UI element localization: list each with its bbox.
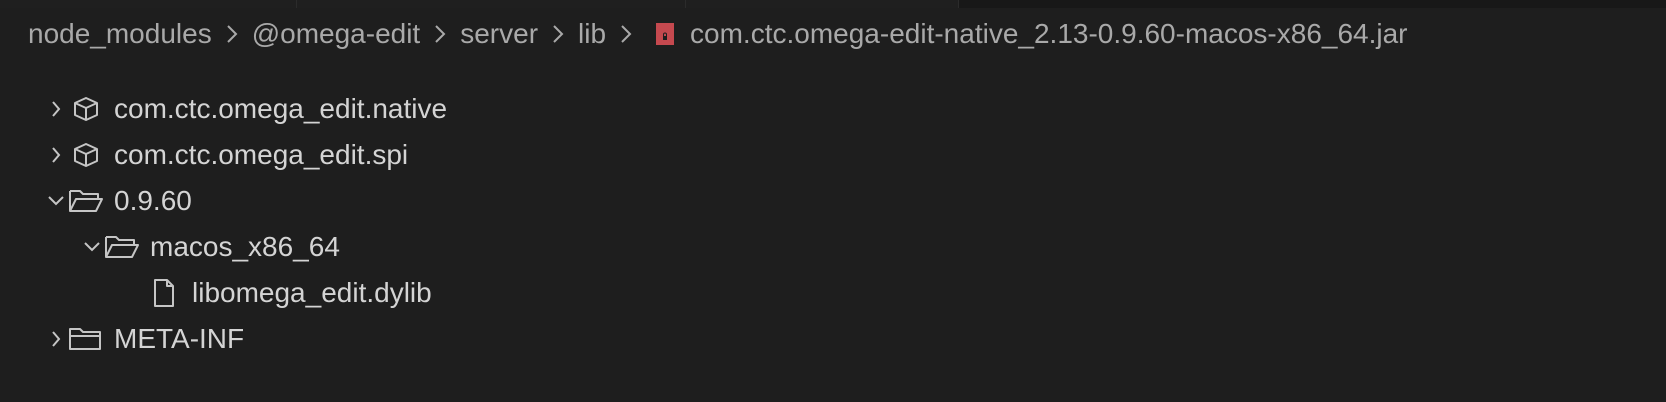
package-icon: [68, 132, 104, 178]
tree-item-label: META-INF: [114, 323, 245, 354]
chevron-right-icon[interactable]: [44, 316, 68, 362]
tree-item-package-native[interactable]: com.ctc.omega_edit.native: [44, 86, 447, 132]
package-icon: [68, 86, 104, 132]
tab-edge: [297, 0, 686, 8]
folder-open-icon: [104, 224, 140, 270]
chevron-right-icon[interactable]: [44, 132, 68, 178]
chevron-right-icon: [606, 14, 646, 54]
tree-item-folder-macos[interactable]: macos_x86_64: [80, 224, 340, 270]
chevron-down-icon[interactable]: [80, 224, 104, 270]
folder-open-icon: [68, 178, 104, 224]
tree-item-folder-version[interactable]: 0.9.60: [44, 178, 192, 224]
tree-item-label: 0.9.60: [114, 185, 192, 216]
breadcrumb-item-jar-file[interactable]: com.ctc.omega-edit-native_2.13-0.9.60-ma…: [690, 18, 1407, 50]
tree-item-file-dylib[interactable]: libomega_edit.dylib: [146, 270, 432, 316]
tree-item-package-spi[interactable]: com.ctc.omega_edit.spi: [44, 132, 408, 178]
tree-item-label: com.ctc.omega_edit.native: [114, 93, 448, 124]
breadcrumb-item-server[interactable]: server: [460, 18, 538, 50]
tab-bar-strip: [0, 0, 1666, 8]
tab-edge: [0, 0, 297, 8]
folder-icon: [68, 316, 104, 362]
breadcrumb-item-node-modules[interactable]: node_modules: [28, 18, 212, 50]
file-icon: [146, 270, 182, 316]
chevron-right-icon: [420, 14, 460, 54]
breadcrumb-item-lib[interactable]: lib: [578, 18, 606, 50]
breadcrumb: node_modules @omega-edit server lib com.…: [28, 14, 1408, 54]
chevron-down-icon[interactable]: [44, 178, 68, 224]
chevron-right-icon: [212, 14, 252, 54]
tree-item-folder-meta-inf[interactable]: META-INF: [44, 316, 244, 362]
jar-file-icon: [654, 21, 676, 47]
breadcrumb-item-omega-edit[interactable]: @omega-edit: [252, 18, 421, 50]
chevron-right-icon: [538, 14, 578, 54]
tab-edge: [686, 0, 959, 8]
tree-item-label: com.ctc.omega_edit.spi: [114, 139, 409, 170]
tree-item-label: macos_x86_64: [150, 231, 340, 262]
chevron-right-icon[interactable]: [44, 86, 68, 132]
tree-item-label: libomega_edit.dylib: [192, 277, 432, 308]
